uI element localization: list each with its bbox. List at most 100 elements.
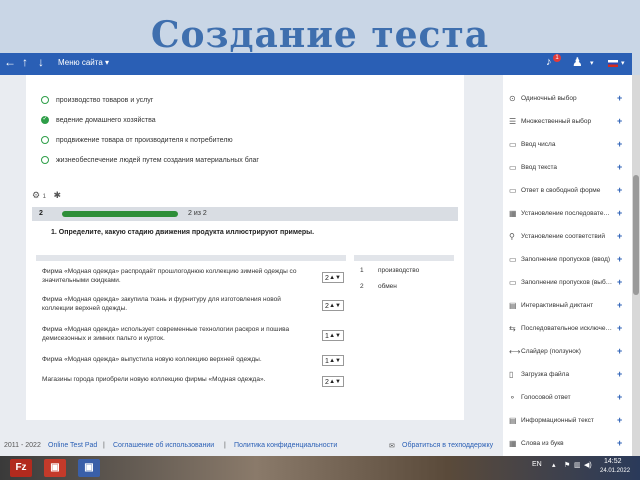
sidebar-item-question-type[interactable]: ▭ Ввод числа + bbox=[509, 137, 627, 151]
add-icon[interactable]: + bbox=[617, 231, 622, 241]
user-icon[interactable]: ♟ bbox=[572, 55, 583, 69]
question-tools: ⚙ 1 ✱ bbox=[32, 190, 61, 200]
sidebar-item-question-type[interactable]: ⟷ Слайдер (ползунок) + bbox=[509, 344, 627, 358]
select-arrows-icon[interactable]: ▲▼ bbox=[329, 356, 341, 367]
add-icon[interactable]: + bbox=[617, 415, 622, 425]
match-select[interactable]: 1 ▲▼ bbox=[322, 355, 344, 366]
network-icon[interactable]: ▥ bbox=[574, 461, 581, 469]
answer-text: производство товаров и услуг bbox=[56, 96, 154, 104]
match-select[interactable]: 1 ▲▼ bbox=[322, 330, 344, 341]
select-arrows-icon[interactable]: ▲▼ bbox=[329, 273, 341, 284]
sidebar-item-question-type[interactable]: ▤ Интерактивный диктант + bbox=[509, 298, 627, 312]
taskbar: EN ▴ ⚑ ▥ ◀) 14:52 24.01.2022 Fz ▣ ▣ bbox=[0, 456, 640, 480]
radio-icon[interactable] bbox=[41, 156, 49, 164]
answer-text: продвижение товара от производителя к по… bbox=[56, 136, 233, 144]
add-icon[interactable]: + bbox=[617, 392, 622, 402]
question-types-sidebar: ⊙ Одиночный выбор + ☰ Множественный выбор + ▭ В… bbox=[503, 75, 632, 456]
site-menu-button[interactable]: Меню сайта ▾ bbox=[58, 58, 109, 67]
bell-icon[interactable]: ♪ bbox=[546, 56, 552, 68]
question-number: 2 bbox=[39, 210, 43, 217]
sidebar-item-label: Интерактивный диктант bbox=[521, 301, 594, 309]
chevron-down-icon[interactable]: ▾ bbox=[590, 59, 594, 67]
footer-brand-link[interactable]: Online Test Pad bbox=[48, 442, 97, 449]
question-type-icon: ▭ bbox=[509, 277, 517, 287]
question-type-icon: ⚬ bbox=[509, 392, 516, 402]
match-select[interactable]: 2 ▲▼ bbox=[322, 376, 344, 387]
sidebar-item-question-type[interactable]: ▦ Установление последовательности + bbox=[509, 206, 627, 220]
top-navigation-bar: ← ↑ ↓ Меню сайта ▾ ♪ 1 ♟ ▾ ▾ bbox=[0, 53, 632, 75]
question-count: 2 из 2 bbox=[188, 210, 207, 217]
sidebar-item-question-type[interactable]: ▤ Информационный текст + bbox=[509, 413, 627, 427]
answer-option[interactable]: жизнеобеспечение людей путем создания ма… bbox=[41, 153, 259, 167]
chat-icon[interactable]: ✉ bbox=[389, 442, 395, 450]
question-text: 1. Определите, какую стадию движения про… bbox=[51, 229, 315, 236]
add-icon[interactable]: + bbox=[617, 185, 622, 195]
asterisk-icon[interactable]: ✱ bbox=[53, 190, 61, 200]
taskbar-app-button[interactable]: Fz bbox=[10, 459, 32, 477]
up-arrow-icon[interactable]: ↑ bbox=[22, 55, 28, 69]
volume-icon[interactable]: ◀) bbox=[584, 461, 592, 469]
tray-arrow-icon[interactable]: ▴ bbox=[552, 461, 556, 469]
statements-header bbox=[36, 255, 346, 261]
clock-date[interactable]: 24.01.2022 bbox=[600, 468, 630, 474]
footer-years: 2011 - 2022 bbox=[4, 442, 41, 449]
add-icon[interactable]: + bbox=[617, 208, 622, 218]
down-arrow-icon[interactable]: ↓ bbox=[38, 55, 44, 69]
sidebar-item-question-type[interactable]: ▭ Ввод текста + bbox=[509, 160, 627, 174]
sidebar-item-label: Установление соответствий bbox=[521, 232, 606, 240]
add-icon[interactable]: + bbox=[617, 369, 622, 379]
match-select[interactable]: 2 ▲▼ bbox=[322, 272, 344, 283]
sidebar-item-question-type[interactable]: ▭ Заполнение пропусков (ввод) + bbox=[509, 252, 627, 266]
agreement-link[interactable]: Соглашение об использовании bbox=[113, 442, 214, 449]
select-arrows-icon[interactable]: ▲▼ bbox=[329, 377, 341, 388]
sidebar-item-question-type[interactable]: ▯ Загрузка файла + bbox=[509, 367, 627, 381]
add-icon[interactable]: + bbox=[617, 116, 622, 126]
sidebar-item-question-type[interactable]: ▭ Заполнение пропусков (выбор) + bbox=[509, 275, 627, 289]
add-icon[interactable]: + bbox=[617, 346, 622, 356]
question-progress-bar: 2 2 из 2 bbox=[32, 207, 458, 221]
add-icon[interactable]: + bbox=[617, 323, 622, 333]
taskbar-app-button[interactable]: ▣ bbox=[78, 459, 100, 477]
tray-flag-icon[interactable]: ⚑ bbox=[564, 461, 570, 469]
scrollbar[interactable] bbox=[632, 75, 640, 456]
clock-time[interactable]: 14:52 bbox=[604, 458, 622, 465]
sidebar-item-question-type[interactable]: ⚲ Установление соответствий + bbox=[509, 229, 627, 243]
add-icon[interactable]: + bbox=[617, 93, 622, 103]
sidebar-item-question-type[interactable]: ▭ Ответ в свободной форме + bbox=[509, 183, 627, 197]
question-type-icon: ▤ bbox=[509, 415, 517, 425]
chevron-down-icon[interactable]: ▾ bbox=[621, 59, 625, 67]
add-icon[interactable]: + bbox=[617, 162, 622, 172]
privacy-link[interactable]: Политика конфиденциальности bbox=[234, 442, 337, 449]
add-icon[interactable]: + bbox=[617, 300, 622, 310]
add-icon[interactable]: + bbox=[617, 277, 622, 287]
sidebar-item-question-type[interactable]: ⚬ Голосовой ответ + bbox=[509, 390, 627, 404]
answer-option[interactable]: ведение домашнего хозяйства bbox=[41, 113, 156, 127]
sidebar-item-question-type[interactable]: ⊙ Одиночный выбор + bbox=[509, 91, 627, 105]
browser-window: ← ↑ ↓ Меню сайта ▾ ♪ 1 ♟ ▾ ▾ производств… bbox=[0, 53, 632, 456]
russian-flag-icon[interactable] bbox=[608, 60, 618, 67]
back-arrow-icon[interactable]: ← bbox=[4, 55, 16, 69]
sidebar-item-question-type[interactable]: ⇆ Последовательное исключение + bbox=[509, 321, 627, 335]
scrollbar-thumb[interactable] bbox=[633, 175, 639, 295]
question-editor-panel: производство товаров и услуг ведение дома… bbox=[26, 75, 464, 420]
support-link[interactable]: Обратиться в техподдержку bbox=[402, 442, 493, 449]
radio-icon[interactable] bbox=[41, 136, 49, 144]
answer-option[interactable]: продвижение товара от производителя к по… bbox=[41, 133, 233, 147]
select-arrows-icon[interactable]: ▲▼ bbox=[329, 331, 341, 342]
settings-icon[interactable]: ⚙ bbox=[32, 190, 40, 200]
answer-option[interactable]: производство товаров и услуг bbox=[41, 93, 153, 107]
add-icon[interactable]: + bbox=[617, 438, 622, 448]
notification-badge: 1 bbox=[553, 54, 561, 62]
select-arrows-icon[interactable]: ▲▼ bbox=[329, 301, 341, 312]
add-icon[interactable]: + bbox=[617, 139, 622, 149]
radio-checked-icon[interactable] bbox=[41, 116, 49, 124]
question-type-icon: ⊙ bbox=[509, 93, 516, 103]
match-select[interactable]: 2 ▲▼ bbox=[322, 300, 344, 311]
add-icon[interactable]: + bbox=[617, 254, 622, 264]
taskbar-app-button[interactable]: ▣ bbox=[44, 459, 66, 477]
sidebar-item-question-type[interactable]: ☰ Множественный выбор + bbox=[509, 114, 627, 128]
radio-icon[interactable] bbox=[41, 96, 49, 104]
language-indicator[interactable]: EN bbox=[532, 461, 542, 468]
sidebar-item-question-type[interactable]: ▦ Слова из букв + bbox=[509, 436, 627, 450]
match-option: 1 производство bbox=[360, 267, 419, 274]
